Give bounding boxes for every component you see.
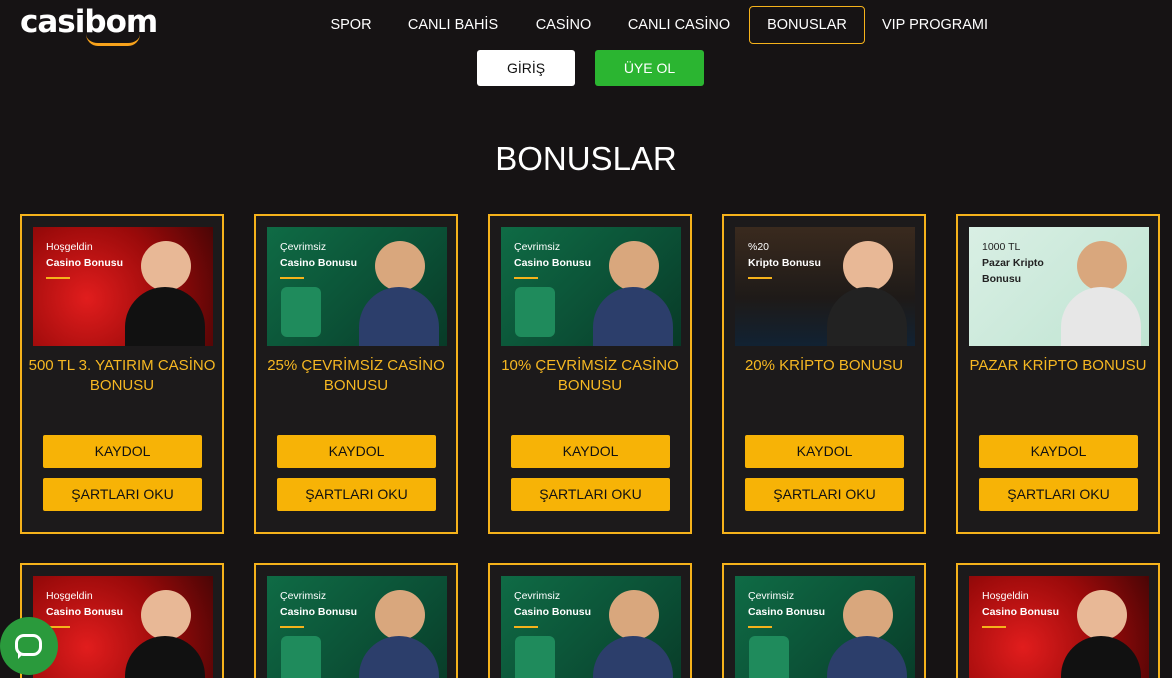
nav-vip-programi[interactable]: VIP PROGRAMI bbox=[875, 6, 995, 44]
banner-underline bbox=[280, 277, 304, 279]
kaydol-button[interactable]: KAYDOL bbox=[979, 435, 1138, 468]
sartlari-oku-button[interactable]: ŞARTLARI OKU bbox=[745, 478, 904, 511]
banner-line-1: 1000 TL bbox=[982, 241, 1021, 253]
sartlari-oku-button[interactable]: ŞARTLARI OKU bbox=[511, 478, 670, 511]
bonus-banner-image[interactable]: Hoşgeldin Casino Bonusu bbox=[33, 576, 213, 678]
banner-underline bbox=[514, 626, 538, 628]
nav-canli-casino[interactable]: CANLI CASİNO bbox=[620, 6, 738, 44]
banner-line-1: Çevrimsiz bbox=[514, 241, 561, 253]
bonus-banner-image[interactable]: Hoşgeldin Casino Bonusu bbox=[33, 227, 213, 346]
promo-person-figure bbox=[141, 590, 191, 640]
sartlari-oku-button[interactable]: ŞARTLARI OKU bbox=[277, 478, 436, 511]
promo-person-figure bbox=[843, 590, 893, 640]
banner-line-2: Casino Bonusu bbox=[46, 257, 124, 269]
live-chat-button[interactable] bbox=[0, 617, 58, 675]
promo-person-figure bbox=[1077, 590, 1127, 640]
banner-line-1: Hoşgeldin bbox=[46, 241, 93, 253]
bonus-card: %20 Kripto Bonusu 20% KRİPTO BONUSU KAYDOL Ş… bbox=[722, 214, 926, 534]
bonus-card: Çevrimsiz Casino Bonusu bbox=[254, 563, 458, 678]
promo-person-figure bbox=[375, 590, 425, 640]
bonus-banner-image[interactable]: Çevrimsiz Casino Bonusu bbox=[267, 576, 447, 678]
nav-spor[interactable]: SPOR bbox=[322, 6, 380, 44]
banner-line-2: Pazar Kripto bbox=[982, 257, 1044, 269]
promo-person-figure bbox=[1077, 241, 1127, 291]
bonus-card: Hoşgeldin Casino Bonusu bbox=[956, 563, 1160, 678]
banner-line-2: Casino Bonusu bbox=[280, 257, 358, 269]
bonus-card: 1000 TL Pazar Kripto Bonusu PAZAR KRİPTO BO… bbox=[956, 214, 1160, 534]
bonus-card: Çevrimsiz Casino Bonusu bbox=[488, 563, 692, 678]
sartlari-oku-button[interactable]: ŞARTLARI OKU bbox=[979, 478, 1138, 511]
kaydol-button[interactable]: KAYDOL bbox=[745, 435, 904, 468]
register-button[interactable]: ÜYE OL bbox=[595, 50, 704, 86]
kaydol-button[interactable]: KAYDOL bbox=[511, 435, 670, 468]
nav-bonuslar[interactable]: BONUSLAR bbox=[749, 6, 865, 44]
bonus-title: 25% ÇEVRİMSİZ CASİNO BONUSU bbox=[267, 357, 445, 394]
banner-line-1: Çevrimsiz bbox=[280, 241, 327, 253]
banner-underline bbox=[748, 277, 772, 279]
login-button[interactable]: GİRİŞ bbox=[477, 50, 575, 86]
banner-line-2: Casino Bonusu bbox=[514, 257, 592, 269]
banner-line-1: Çevrimsiz bbox=[748, 590, 795, 602]
promo-person-figure bbox=[141, 241, 191, 291]
banner-line-1: Hoşgeldin bbox=[982, 590, 1029, 602]
banner-line-2: Casino Bonusu bbox=[46, 606, 124, 618]
bonus-banner-image[interactable]: Hoşgeldin Casino Bonusu bbox=[969, 576, 1149, 678]
kaydol-button[interactable]: KAYDOL bbox=[43, 435, 202, 468]
banner-line-2: Casino Bonusu bbox=[748, 606, 826, 618]
bonus-card: Çevrimsiz Casino Bonusu 10% ÇEVRİMSİZ CASİ… bbox=[488, 214, 692, 534]
sartlari-oku-button[interactable]: ŞARTLARI OKU bbox=[43, 478, 202, 511]
banner-line-2: Casino Bonusu bbox=[280, 606, 358, 618]
bonus-banner-image[interactable]: Çevrimsiz Casino Bonusu bbox=[501, 227, 681, 346]
banner-line-2: Casino Bonusu bbox=[514, 606, 592, 618]
banner-line-2: Kripto Bonusu bbox=[748, 257, 821, 269]
bonus-card: Çevrimsiz Casino Bonusu bbox=[722, 563, 926, 678]
banner-line-1: Çevrimsiz bbox=[280, 590, 327, 602]
banner-line-1: %20 bbox=[748, 241, 770, 253]
banner-line-1: Çevrimsiz bbox=[514, 590, 561, 602]
page-title: BONUSLAR bbox=[495, 140, 677, 177]
bonus-card: Hoşgeldin Casino Bonusu 500 TL 3. YATIRIM … bbox=[20, 214, 224, 534]
banner-underline bbox=[46, 277, 70, 279]
bonus-card: Çevrimsiz Casino Bonusu 25% ÇEVRİMSİZ CASİ… bbox=[254, 214, 458, 534]
nav-canli-bahis[interactable]: CANLI BAHİS bbox=[398, 6, 508, 44]
promo-person-figure bbox=[609, 241, 659, 291]
banner-underline bbox=[748, 626, 772, 628]
banner-line-2: Casino Bonusu bbox=[982, 606, 1060, 618]
banner-underline bbox=[280, 626, 304, 628]
nav-casino[interactable]: CASİNO bbox=[526, 6, 601, 44]
bonus-title: 10% ÇEVRİMSİZ CASİNO BONUSU bbox=[501, 357, 679, 394]
bonus-banner-image[interactable]: Çevrimsiz Casino Bonusu bbox=[267, 227, 447, 346]
banner-underline bbox=[982, 626, 1006, 628]
bonus-banner-image[interactable]: %20 Kripto Bonusu bbox=[735, 227, 915, 346]
bonus-title: 500 TL 3. YATIRIM CASİNO BONUSU bbox=[28, 357, 216, 394]
bonus-banner-image[interactable]: Çevrimsiz Casino Bonusu bbox=[735, 576, 915, 678]
kaydol-button[interactable]: KAYDOL bbox=[277, 435, 436, 468]
bonus-title: PAZAR KRİPTO BONUSU bbox=[969, 357, 1147, 374]
bonus-banner-image[interactable]: Çevrimsiz Casino Bonusu bbox=[501, 576, 681, 678]
banner-line-1: Hoşgeldin bbox=[46, 590, 93, 602]
banner-underline bbox=[514, 277, 538, 279]
promo-person-figure bbox=[843, 241, 893, 291]
promo-person-figure bbox=[609, 590, 659, 640]
bonus-banner-image[interactable]: 1000 TL Pazar Kripto Bonusu bbox=[969, 227, 1149, 346]
bonus-title: 20% KRİPTO BONUSU bbox=[744, 357, 904, 374]
main-nav: SPOR CANLI BAHİS CASİNO CANLI CASİNO BON… bbox=[0, 6, 1172, 44]
promo-person-figure bbox=[375, 241, 425, 291]
banner-line-3: Bonusu bbox=[982, 273, 1022, 285]
